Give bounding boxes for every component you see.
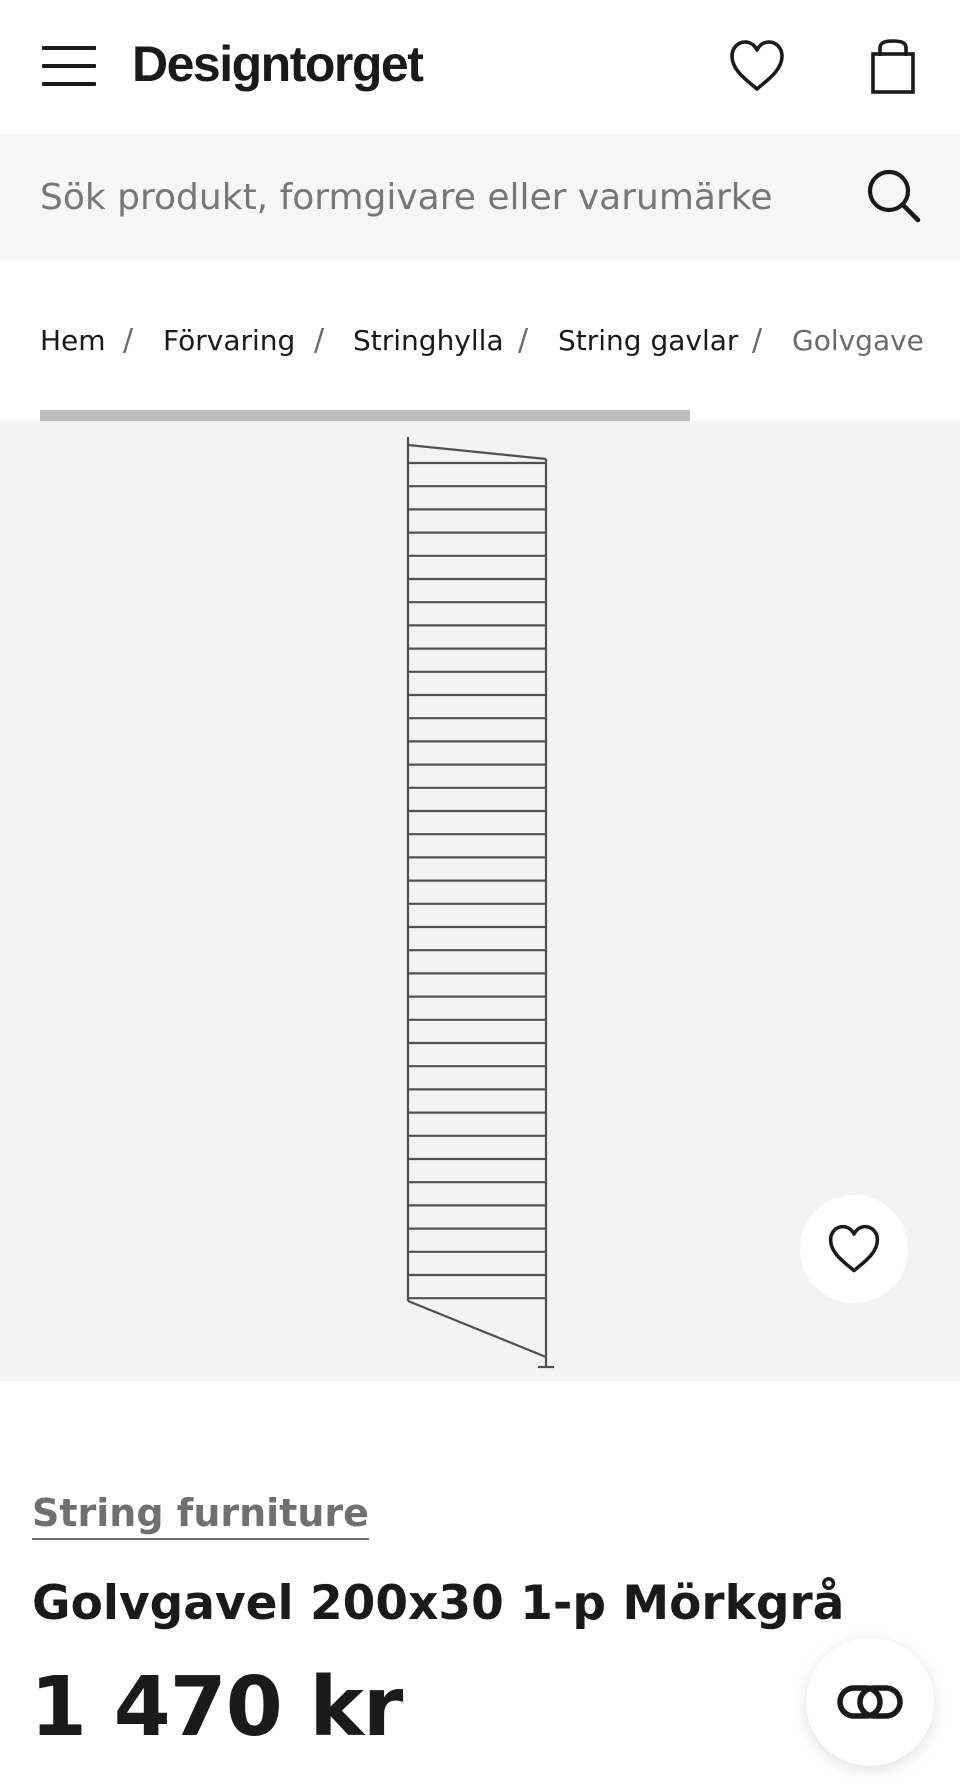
chat-button[interactable] xyxy=(806,1638,934,1766)
product-title: Golvgavel 200x30 1-p Mörkgrå xyxy=(32,1576,845,1631)
breadcrumb-item-forvaring[interactable]: Förvaring xyxy=(163,318,295,364)
breadcrumb-scrollbar[interactable] xyxy=(40,410,690,421)
site-header: Designtorget xyxy=(0,0,960,134)
hamburger-menu-icon xyxy=(42,46,96,50)
breadcrumb-separator: / xyxy=(518,323,529,358)
shopping-bag-icon xyxy=(871,39,915,94)
product-price: 1 470 kr xyxy=(30,1660,403,1755)
site-logo[interactable]: Designtorget xyxy=(132,30,424,98)
search-icon xyxy=(867,169,921,223)
search-bar xyxy=(0,134,960,260)
chat-link-icon xyxy=(837,1685,903,1719)
breadcrumb-separator: / xyxy=(314,323,325,358)
breadcrumb-item-string-gavlar[interactable]: String gavlar xyxy=(558,318,738,364)
brand-link[interactable]: String furniture xyxy=(32,1490,369,1540)
cart-button[interactable] xyxy=(862,36,924,98)
breadcrumb-item-current: Golvgave xyxy=(792,324,924,357)
hamburger-menu-icon-bar xyxy=(42,82,96,86)
wishlist-button[interactable] xyxy=(726,36,788,98)
search-input[interactable] xyxy=(40,164,820,230)
breadcrumb: Hem / Förvaring / Stringhylla / String g… xyxy=(0,318,960,364)
hamburger-menu-icon-bar xyxy=(42,64,96,68)
heart-icon xyxy=(828,1224,880,1273)
breadcrumb-item-stringhylla[interactable]: Stringhylla xyxy=(353,318,504,364)
search-button[interactable] xyxy=(864,166,924,226)
breadcrumb-separator: / xyxy=(752,323,763,358)
menu-button[interactable] xyxy=(42,46,96,86)
breadcrumb-separator: / xyxy=(123,323,134,358)
image-wishlist-button[interactable] xyxy=(800,1195,908,1303)
breadcrumb-item-hem[interactable]: Hem xyxy=(40,318,106,364)
product-image-gallery[interactable] xyxy=(0,421,960,1381)
heart-icon xyxy=(730,40,784,91)
